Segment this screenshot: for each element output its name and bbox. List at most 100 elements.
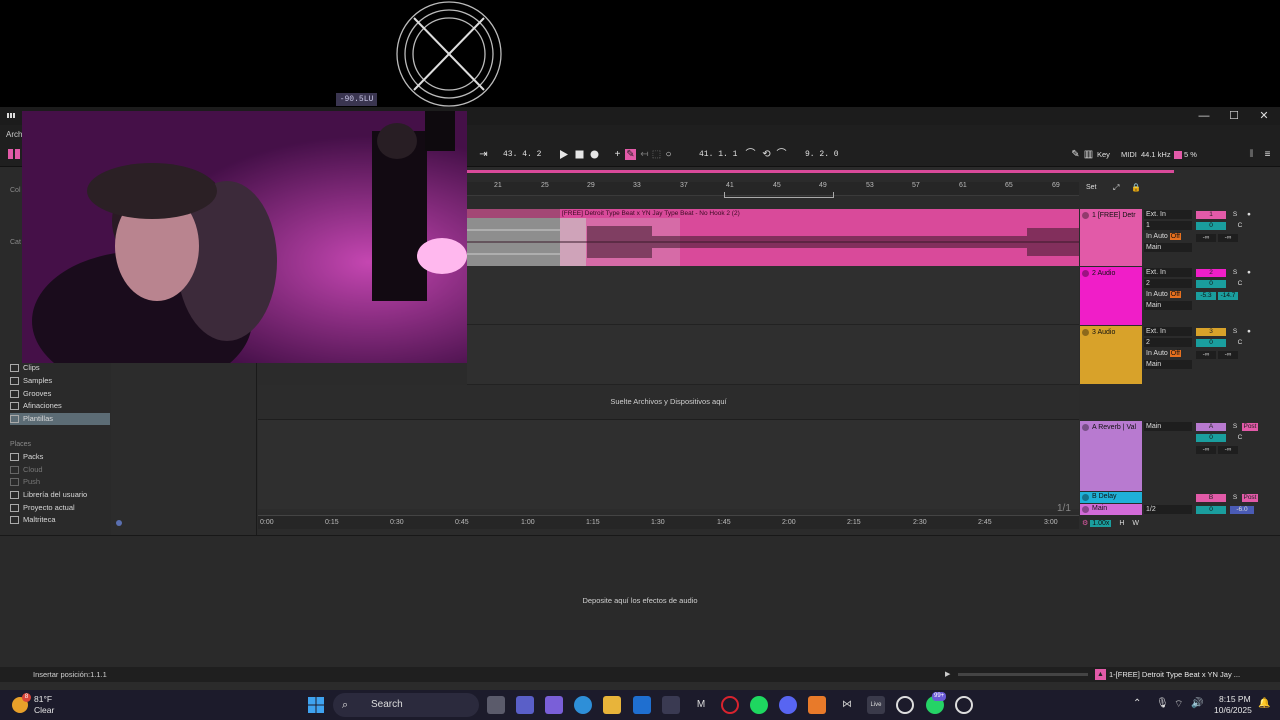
place-user-library[interactable]: Librería del usuario xyxy=(10,489,110,501)
device-view[interactable]: Deposite aquí los efectos de audio xyxy=(0,535,1280,670)
outlook-icon[interactable] xyxy=(633,696,651,714)
arm-button[interactable]: ● xyxy=(1244,211,1254,219)
monitor-auto[interactable]: Auto xyxy=(1153,233,1167,240)
monitor-auto[interactable]: Auto xyxy=(1153,291,1167,298)
io-toggle-icon[interactable]: ⫴ xyxy=(1246,149,1257,160)
arm-button[interactable]: ● xyxy=(1244,328,1254,336)
arm-button[interactable]: ● xyxy=(1244,269,1254,277)
track-number-button[interactable]: 3 xyxy=(1196,328,1226,336)
close-button[interactable]: ✕ xyxy=(1249,107,1279,125)
selected-track-info[interactable]: ▲ 1-[FREE] Detroit Type Beat x YN Jay ..… xyxy=(1095,669,1242,681)
input-type-select[interactable]: Ext. In xyxy=(1144,210,1192,219)
pan-field[interactable]: C xyxy=(1230,222,1250,230)
monitor-off[interactable]: Off xyxy=(1169,291,1181,298)
loop-brace[interactable] xyxy=(724,192,834,198)
monitor-in[interactable]: In xyxy=(1146,291,1152,298)
h-button[interactable]: H xyxy=(1119,520,1124,527)
monitor-auto[interactable]: Auto xyxy=(1153,350,1167,357)
menu-archivo[interactable]: Arch xyxy=(6,130,22,139)
spotify-icon[interactable] xyxy=(750,696,768,714)
monitor-off[interactable]: Off xyxy=(1169,233,1181,240)
preview-icon[interactable] xyxy=(116,520,122,526)
weather-temperature[interactable]: 81°F xyxy=(34,694,52,704)
keyboard-icon[interactable]: ▥ xyxy=(1083,149,1094,160)
clock-time[interactable]: 8:15 PM xyxy=(1219,694,1251,704)
solo-button[interactable]: S xyxy=(1230,211,1240,219)
media-player-icon[interactable] xyxy=(896,696,914,714)
input-type-select[interactable]: Ext. In xyxy=(1144,327,1192,336)
clip-header-inactive[interactable] xyxy=(467,209,560,218)
track-number-button[interactable]: 1 xyxy=(1196,211,1226,219)
copilot-icon[interactable] xyxy=(545,696,563,714)
output-select[interactable]: 1/2 xyxy=(1144,505,1192,514)
place-push[interactable]: Push xyxy=(10,476,110,488)
stop-icon[interactable] xyxy=(574,149,585,160)
input-type-select[interactable]: Ext. In xyxy=(1144,268,1192,277)
discord-icon[interactable] xyxy=(779,696,797,714)
teams-icon[interactable] xyxy=(516,696,534,714)
track-lane-2[interactable] xyxy=(467,266,1079,325)
input-channel-select[interactable]: 2 xyxy=(1144,338,1192,347)
notification-bell-icon[interactable]: 🔔 xyxy=(1258,698,1270,709)
monitor-in[interactable]: In xyxy=(1146,350,1152,357)
browser-item-plantillas[interactable]: Plantillas xyxy=(10,413,110,425)
punch-out-icon[interactable]: ⌒ xyxy=(776,149,787,160)
track-number-button[interactable]: A xyxy=(1196,423,1226,431)
browser-item-grooves[interactable]: Grooves xyxy=(10,388,110,400)
track-activator-icon[interactable] xyxy=(1082,424,1089,431)
track-activator-icon[interactable] xyxy=(1082,494,1089,501)
time-ruler[interactable]: 0:00 0:15 0:30 0:45 1:00 1:15 1:30 1:45 … xyxy=(258,515,1079,529)
pan-field[interactable]: C xyxy=(1230,280,1250,288)
output-select[interactable]: Main xyxy=(1144,422,1192,431)
preview-scrubber[interactable] xyxy=(958,673,1088,676)
volume-field[interactable]: 0 xyxy=(1196,339,1226,347)
solo-button[interactable]: S xyxy=(1230,269,1240,277)
w-button[interactable]: W xyxy=(1132,520,1139,527)
capture-icon[interactable]: ⬚ xyxy=(651,149,662,160)
track-activator-icon[interactable] xyxy=(1082,270,1089,277)
fl-studio-icon[interactable] xyxy=(808,696,826,714)
automation-arm-icon[interactable]: ✎ xyxy=(625,149,636,160)
track-lane-3[interactable] xyxy=(467,325,1079,385)
monitor-in[interactable]: In xyxy=(1146,233,1152,240)
settings-icon[interactable]: ⚙ xyxy=(1082,520,1088,527)
input-channel-select[interactable]: 2 xyxy=(1144,279,1192,288)
track-activator-icon[interactable] xyxy=(1082,506,1089,513)
solo-button[interactable]: S xyxy=(1230,328,1240,336)
taskbar-search[interactable]: ⌕ Search xyxy=(333,693,479,717)
return-header-b[interactable]: B Delay xyxy=(1080,492,1142,503)
clock-date[interactable]: 10/6/2025 xyxy=(1214,705,1252,715)
track-activator-icon[interactable] xyxy=(1082,212,1089,219)
zoom-level[interactable]: 1.00x xyxy=(1090,520,1112,527)
obs-icon[interactable] xyxy=(955,696,973,714)
session-record-icon[interactable]: ○ xyxy=(663,149,674,160)
back-to-arrangement-icon[interactable]: ↤ xyxy=(639,149,650,160)
view-toggle-icon[interactable] xyxy=(8,148,20,160)
track-header-1[interactable]: 1 [FREE] Detr xyxy=(1080,209,1142,266)
volume-field[interactable]: 0 xyxy=(1196,506,1226,514)
wifi-icon[interactable]: ⌔ xyxy=(1174,698,1183,711)
volume-icon[interactable]: 🔊 xyxy=(1191,698,1203,709)
mixcraft-icon[interactable]: M xyxy=(692,696,710,714)
set-button[interactable]: Set xyxy=(1086,184,1097,191)
return-track-lanes[interactable] xyxy=(258,419,1079,509)
output-select[interactable]: Main xyxy=(1144,243,1192,252)
clip-header[interactable]: [FREE] Detroit Type Beat x YN Jay Type B… xyxy=(560,209,1079,218)
task-view-icon[interactable] xyxy=(487,696,505,714)
place-packs[interactable]: Packs xyxy=(10,451,110,463)
microphone-icon[interactable]: 🎙 xyxy=(1156,698,1169,709)
place-maltriteca[interactable]: Maltriteca xyxy=(10,514,110,526)
position-readout[interactable]: 43. 4. 2 xyxy=(503,150,541,159)
chevron-up-icon[interactable]: ⌃ xyxy=(1133,698,1141,709)
windows-start-icon[interactable] xyxy=(307,696,325,714)
browser-item-clips[interactable]: Clips xyxy=(10,362,110,374)
pan-field[interactable]: C xyxy=(1230,339,1250,347)
add-icon[interactable]: + xyxy=(612,149,623,160)
solo-button[interactable]: S xyxy=(1230,494,1240,502)
weather-condition[interactable]: Clear xyxy=(34,705,54,715)
post-button[interactable]: Post xyxy=(1242,494,1258,502)
menu-lines-icon[interactable]: ≡ xyxy=(1262,149,1273,160)
record-icon[interactable] xyxy=(589,149,600,160)
file-explorer-icon[interactable] xyxy=(603,696,621,714)
microsoft-store-icon[interactable] xyxy=(662,696,680,714)
